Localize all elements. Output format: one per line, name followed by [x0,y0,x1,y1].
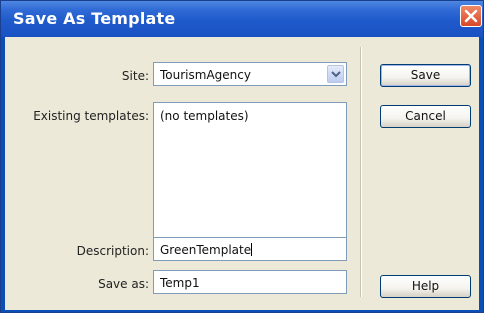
close-button[interactable] [460,5,482,27]
chevron-down-icon [331,71,341,78]
title-bar[interactable]: Save As Template [1,1,483,37]
site-label: Site: [121,69,149,83]
dialog-body: Site: TourismAgency Existing templates: … [5,37,479,310]
site-select[interactable]: TourismAgency [153,62,347,86]
description-value: GreenTemplate [160,243,252,257]
dialog-title: Save As Template [13,9,176,28]
description-label: Description: [76,244,149,258]
help-button[interactable]: Help [380,275,471,298]
vertical-divider [360,47,362,297]
save-as-value: Temp1 [160,276,200,290]
description-field[interactable]: GreenTemplate [153,237,347,261]
cancel-button[interactable]: Cancel [380,105,471,128]
save-as-template-dialog: Save As Template Site: TourismAgency Exi… [0,0,484,313]
save-button[interactable]: Save [380,64,471,87]
save-as-label: Save as: [98,277,149,291]
text-cursor [251,243,253,256]
existing-templates-list[interactable]: (no templates) [153,102,347,247]
save-as-field[interactable]: Temp1 [153,270,347,294]
site-dropdown-button[interactable] [327,65,344,83]
existing-templates-label: Existing templates: [33,109,149,123]
site-select-value: TourismAgency [160,68,251,82]
close-icon [464,9,478,23]
list-item[interactable]: (no templates) [160,109,340,123]
